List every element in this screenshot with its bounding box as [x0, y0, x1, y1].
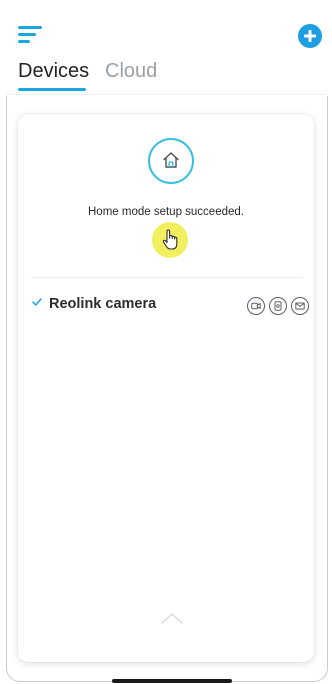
tab-devices[interactable]: Devices	[18, 60, 89, 83]
hand-pointer-icon	[162, 229, 178, 250]
tab-cloud[interactable]: Cloud	[105, 60, 157, 83]
checkmark-icon	[32, 298, 42, 306]
top-bar: Devices Cloud	[0, 0, 332, 96]
home-mode-card: Home mode setup succeeded. Reolink camer…	[18, 114, 314, 662]
hamburger-menu-icon[interactable]	[18, 24, 46, 46]
home-icon	[163, 152, 179, 168]
home-mode-badge	[148, 138, 194, 184]
add-device-button[interactable]	[298, 24, 322, 48]
home-indicator	[112, 679, 232, 683]
header-divider	[6, 94, 326, 95]
device-name: Reolink camera	[49, 296, 157, 312]
chevron-up-icon[interactable]	[160, 612, 184, 624]
card-divider	[30, 277, 302, 278]
device-row[interactable]: Reolink camera	[18, 286, 314, 326]
success-message: Home mode setup succeeded.	[88, 206, 244, 218]
app-screen: Devices Cloud Home mode setup succeeded.…	[0, 0, 332, 684]
touch-indicator	[152, 222, 188, 258]
push-notification-icon[interactable]	[269, 297, 287, 315]
email-icon[interactable]	[291, 297, 309, 315]
active-tab-indicator	[18, 88, 86, 91]
record-icon[interactable]	[247, 297, 265, 315]
